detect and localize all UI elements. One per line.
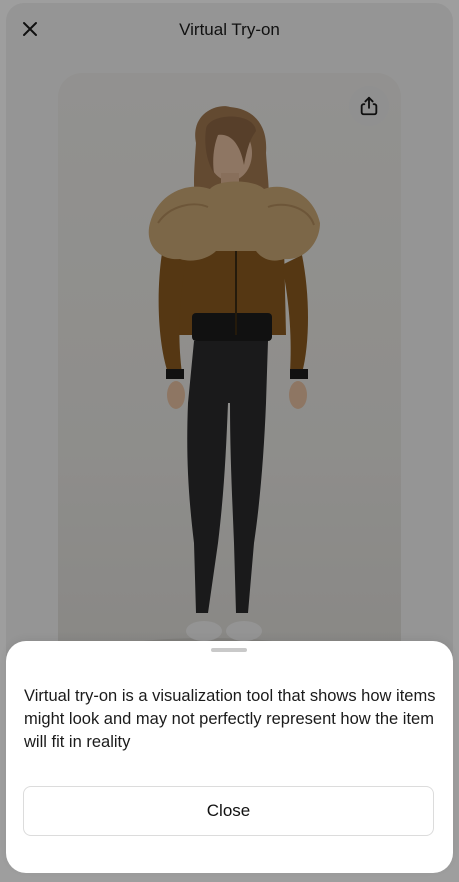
sheet-grabber[interactable] bbox=[211, 648, 247, 652]
disclaimer-text: Virtual try-on is a visualization tool t… bbox=[24, 687, 436, 751]
bottom-sheet: Virtual try-on is a visualization tool t… bbox=[6, 641, 453, 873]
screen: Virtual Try-on Virtual try-on is a visua… bbox=[0, 0, 459, 882]
close-button[interactable]: Close bbox=[23, 786, 434, 836]
